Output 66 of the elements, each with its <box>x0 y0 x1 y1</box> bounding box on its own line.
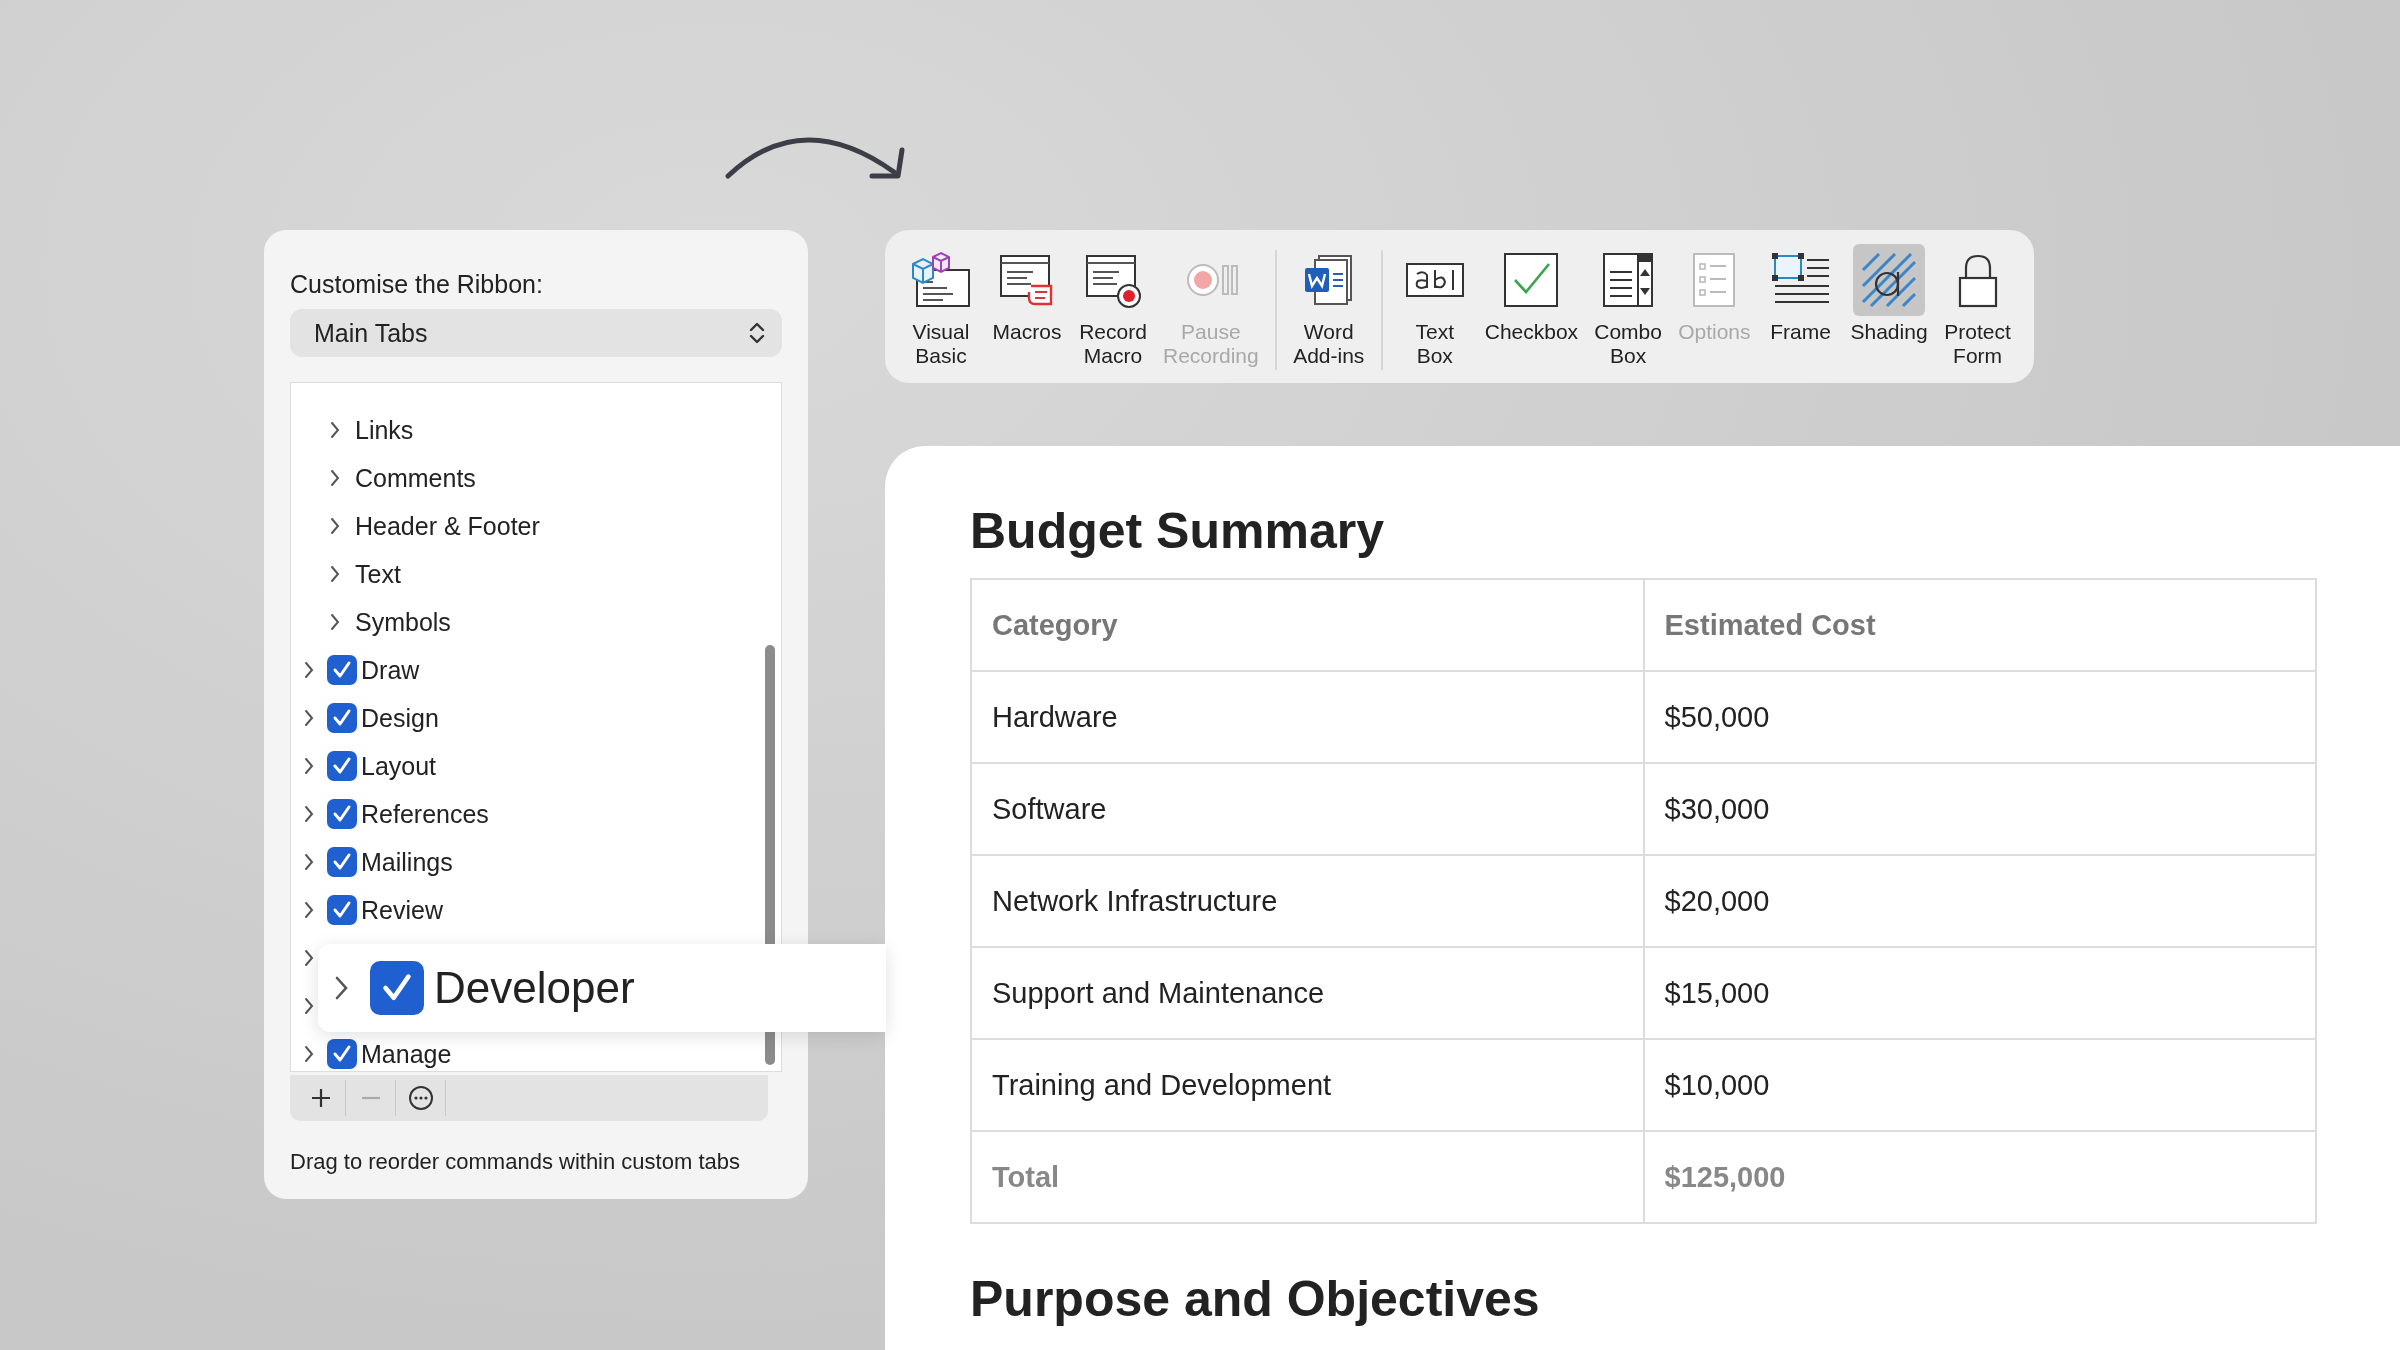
chevron-right-icon <box>334 974 350 1002</box>
dragged-tab-item[interactable]: Developer <box>318 944 886 1032</box>
checkbox[interactable] <box>327 655 357 685</box>
checkbox[interactable] <box>327 895 357 925</box>
table-cell: Training and Development <box>971 1039 1644 1131</box>
tree-item[interactable]: Comments <box>355 463 476 493</box>
chevron-right-icon[interactable] <box>303 756 315 776</box>
chevron-right-icon[interactable] <box>329 516 341 536</box>
chevron-right-icon[interactable] <box>303 852 315 872</box>
chevron-right-icon[interactable] <box>303 708 315 728</box>
ribbon-button[interactable]: Text Box <box>1392 244 1477 368</box>
table-cell: $30,000 <box>1643 763 2316 855</box>
column-header: Estimated Cost <box>1643 579 2316 671</box>
updown-chevron-icon <box>748 320 766 346</box>
table-cell: $20,000 <box>1643 855 2316 947</box>
ribbon-button[interactable]: Record Macro <box>1071 244 1155 368</box>
chevron-right-icon[interactable] <box>329 612 341 632</box>
ribbon-button[interactable]: Macros <box>985 244 1069 368</box>
table-cell: Network Infrastructure <box>971 855 1644 947</box>
chevron-right-icon[interactable] <box>303 948 315 968</box>
ribbon-button[interactable]: Protect Form <box>1935 244 2020 368</box>
chevron-right-icon[interactable] <box>303 996 315 1016</box>
total-cell: Total <box>971 1131 1644 1223</box>
tree-item[interactable]: Symbols <box>355 607 451 637</box>
table-cell: Hardware <box>971 671 1644 763</box>
hint-text: Drag to reorder commands within custom tabs <box>290 1149 741 1175</box>
table-cell: $10,000 <box>1643 1039 2316 1131</box>
tree-item[interactable]: Links <box>355 415 414 445</box>
ribbon-button[interactable]: Shading <box>1844 244 1934 368</box>
chevron-right-icon[interactable] <box>303 1044 315 1064</box>
tree-item[interactable]: Draw <box>361 655 420 685</box>
chevron-right-icon[interactable] <box>303 804 315 824</box>
tree-item[interactable]: Design <box>361 703 439 733</box>
chevron-right-icon[interactable] <box>329 468 341 488</box>
panel-title: Customise the Ribbon: <box>290 270 544 299</box>
checkbox[interactable] <box>327 703 357 733</box>
checkbox[interactable] <box>370 961 424 1015</box>
checkbox[interactable] <box>327 799 357 829</box>
tree-item[interactable]: Layout <box>361 751 437 781</box>
ribbon-button[interactable]: Checkbox <box>1478 244 1585 368</box>
ribbon-button[interactable]: Visual Basic <box>899 244 983 368</box>
tree-item[interactable]: Text <box>355 559 401 589</box>
tree-item[interactable]: Header & Footer <box>355 511 540 541</box>
chevron-right-icon[interactable] <box>303 660 315 680</box>
tree-item[interactable]: Manage <box>361 1039 452 1069</box>
chevron-right-icon[interactable] <box>329 420 341 440</box>
tree-item[interactable]: Review <box>361 895 443 925</box>
table-cell: $50,000 <box>1643 671 2316 763</box>
tree-item[interactable]: References <box>361 799 489 829</box>
chevron-right-icon[interactable] <box>329 564 341 584</box>
ribbon-button[interactable]: Word Add-ins <box>1286 244 1371 368</box>
tabs-dropdown[interactable]: Main Tabs <box>290 309 782 357</box>
column-header: Category <box>971 579 1644 671</box>
total-cell: $125,000 <box>1643 1131 2316 1223</box>
table-cell: Software <box>971 763 1644 855</box>
checkbox[interactable] <box>327 1039 357 1069</box>
heading: Budget Summary <box>970 502 1385 561</box>
ribbon-button[interactable]: Combo Box <box>1586 244 1671 368</box>
tree-item[interactable]: Mailings <box>361 847 453 877</box>
table-cell: Support and Maintenance <box>971 947 1644 1039</box>
heading: Purpose and Objectives <box>970 1270 1541 1329</box>
chevron-right-icon[interactable] <box>303 900 315 920</box>
checkbox[interactable] <box>327 847 357 877</box>
checkbox[interactable] <box>327 751 357 781</box>
table-cell: $15,000 <box>1643 947 2316 1039</box>
ribbon-button[interactable]: Frame <box>1758 244 1843 368</box>
